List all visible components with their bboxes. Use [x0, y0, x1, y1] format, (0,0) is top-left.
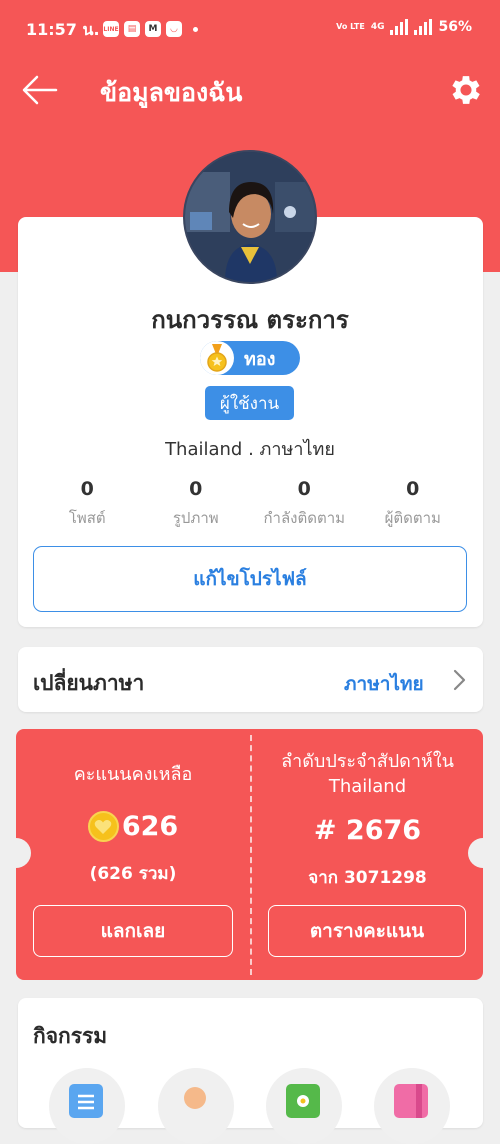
stat-followers[interactable]: 0 ผู้ติดตาม [359, 478, 468, 530]
location-language: Thailand . ภาษาไทย [165, 439, 335, 460]
notification-icons: LINE ▤ M ◡ [103, 21, 198, 37]
signal-icon-2 [414, 19, 433, 35]
points-remaining-label: คะแนนคงเหลือ [73, 764, 193, 785]
level-label: ทอง [244, 348, 276, 370]
activity-user-icon[interactable] [158, 1068, 234, 1144]
chevron-right-icon [452, 669, 466, 691]
signal-icon [390, 19, 409, 35]
activity-photo-icon[interactable] [266, 1068, 342, 1144]
user-icon [178, 1084, 212, 1118]
page-title: ข้อมูลของฉัน [100, 78, 243, 107]
level-badge[interactable]: ทอง [200, 341, 300, 375]
volte-icon: Vo LTE [336, 22, 365, 31]
rank-label: ลำดับประจำสัปดาห์ใน Thailand [252, 749, 483, 799]
avatar[interactable] [183, 150, 317, 284]
stat-label: รูปภาพ [172, 509, 219, 527]
list-icon [69, 1084, 103, 1118]
profile-stats: 0 โพสต์ 0 รูปภาพ 0 กำลังติดตาม 0 ผู้ติดต… [33, 478, 467, 530]
stat-value: 0 [297, 478, 311, 500]
change-language-label: เปลี่ยนภาษา [33, 671, 145, 695]
line-app-icon: LINE [103, 21, 119, 37]
current-language: ภาษาไทย [344, 673, 424, 695]
user-name: กนกวรรณ ตระการ [151, 306, 349, 334]
stat-label: โพสต์ [68, 509, 106, 527]
stat-photos[interactable]: 0 รูปภาพ [142, 478, 251, 530]
rank-of-total: จาก 3071298 [308, 868, 427, 888]
stat-value: 0 [80, 478, 94, 500]
network-4g-icon: 4G [370, 22, 385, 32]
edit-profile-button[interactable]: แก้ไขโปรไฟล์ [33, 546, 467, 612]
activity-list-icon[interactable] [49, 1068, 125, 1144]
stat-value: 0 [406, 478, 420, 500]
message-app-icon: ▤ [124, 21, 140, 37]
role-badge: ผู้ใช้งาน [205, 386, 294, 420]
leaderboard-button[interactable]: ตารางคะแนน [268, 905, 466, 957]
stat-label: ผู้ติดตาม [384, 509, 441, 527]
stat-label: กำลังติดตาม [263, 509, 346, 527]
chat-app-icon: ◡ [166, 21, 182, 37]
status-bar: 11:57 น. LINE ▤ M ◡ Vo LTE 4G 56% [0, 0, 500, 58]
points-total: (626 รวม) [89, 864, 177, 884]
rank-label-line1: ลำดับประจำสัปดาห์ใน [281, 751, 454, 772]
book-icon [394, 1084, 428, 1118]
more-notifications-icon [193, 26, 198, 32]
change-language-row[interactable]: เปลี่ยนภาษา ภาษาไทย [18, 647, 483, 712]
points-balance: 626 [16, 811, 250, 842]
stat-posts[interactable]: 0 โพสต์ [33, 478, 142, 530]
battery-level: 56% [438, 19, 472, 35]
gold-medal-icon [200, 341, 234, 375]
gear-icon[interactable] [447, 71, 485, 109]
rank-value: # 2676 [313, 815, 422, 846]
stat-value: 0 [189, 478, 203, 500]
points-balance-section: คะแนนคงเหลือ 626 (626 รวม) แลกเลย [16, 729, 250, 980]
m-app-icon: M [145, 21, 161, 37]
stat-following[interactable]: 0 กำลังติดตาม [250, 478, 359, 530]
points-remaining-value: 626 [121, 811, 179, 842]
coin-icon [87, 811, 119, 842]
rank-label-line2: Thailand [328, 776, 407, 797]
activity-title: กิจกรรม [33, 1024, 108, 1048]
activity-book-icon[interactable] [374, 1068, 450, 1144]
status-right: Vo LTE 4G 56% [336, 19, 472, 35]
status-time: 11:57 น. [26, 20, 100, 39]
points-ticket: คะแนนคงเหลือ 626 (626 รวม) แลกเลย ลำดับป… [1, 729, 498, 980]
flower-icon [286, 1084, 320, 1118]
redeem-button[interactable]: แลกเลย [33, 905, 233, 957]
weekly-rank-section: ลำดับประจำสัปดาห์ใน Thailand # 2676 จาก … [252, 729, 483, 980]
back-arrow-icon[interactable] [20, 72, 60, 108]
